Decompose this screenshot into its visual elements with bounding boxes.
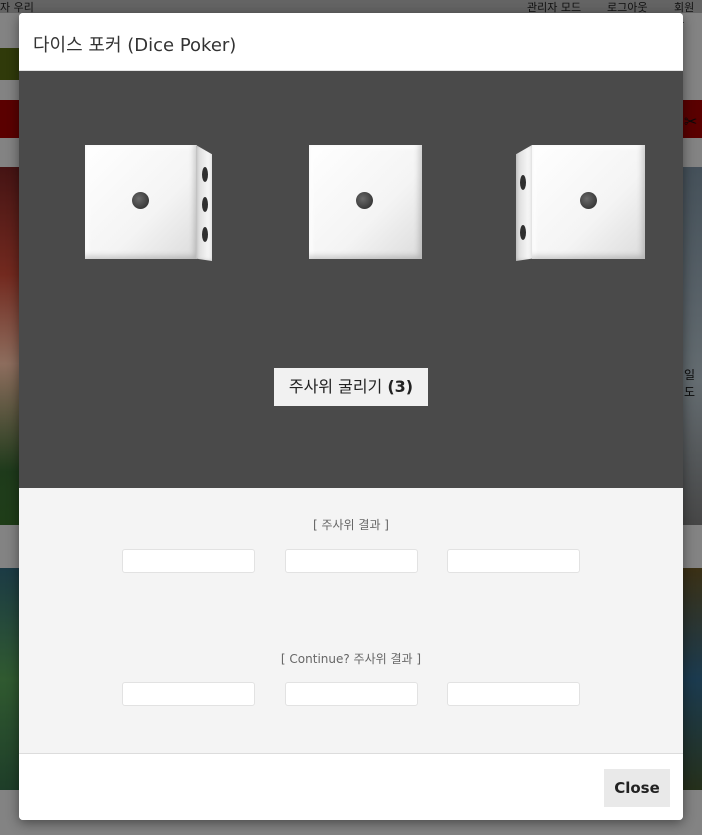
roll-dice-label: 주사위 굴리기	[288, 377, 383, 396]
pip	[520, 225, 526, 240]
dice-stage: 주사위 굴리기 (3)	[19, 71, 683, 488]
pip	[580, 192, 597, 209]
die-3	[516, 145, 645, 261]
continue-result-box-3	[447, 682, 580, 706]
pip	[202, 197, 208, 212]
continue-results-label: [ Continue? 주사위 결과 ]	[280, 652, 422, 666]
modal-footer: Close	[19, 754, 683, 820]
continue-result-box-2	[285, 682, 418, 706]
die-2-face	[309, 145, 422, 259]
die-3-face	[532, 145, 645, 259]
continue-result-box-1	[122, 682, 255, 706]
die-1-face	[85, 145, 197, 259]
result-box-3	[447, 549, 580, 573]
result-box-2	[285, 549, 418, 573]
modal-header: 다이스 포커 (Dice Poker)	[19, 13, 683, 71]
die-2	[309, 145, 422, 261]
result-box-1	[122, 549, 255, 573]
pip	[356, 192, 373, 209]
pip	[202, 167, 208, 182]
dice-poker-modal: 다이스 포커 (Dice Poker) 주사위 굴리기 (3) [주사위 결과…	[19, 13, 683, 820]
roll-count: (3)	[387, 377, 414, 396]
pip	[132, 192, 149, 209]
close-button[interactable]: Close	[604, 769, 670, 807]
results-label: [ 주사위 결과 ]	[312, 518, 389, 532]
results-panel: [ 주사위 결과 ] [ Continue? 주사위 결과 ]	[19, 488, 683, 754]
die-3-side	[516, 145, 532, 261]
modal-title: 다이스 포커 (Dice Poker)	[33, 35, 237, 56]
pip	[520, 175, 526, 190]
die-1	[85, 145, 212, 261]
pip	[202, 227, 208, 242]
die-1-side	[196, 145, 212, 261]
roll-dice-button[interactable]: 주사위 굴리기 (3)	[274, 368, 428, 406]
